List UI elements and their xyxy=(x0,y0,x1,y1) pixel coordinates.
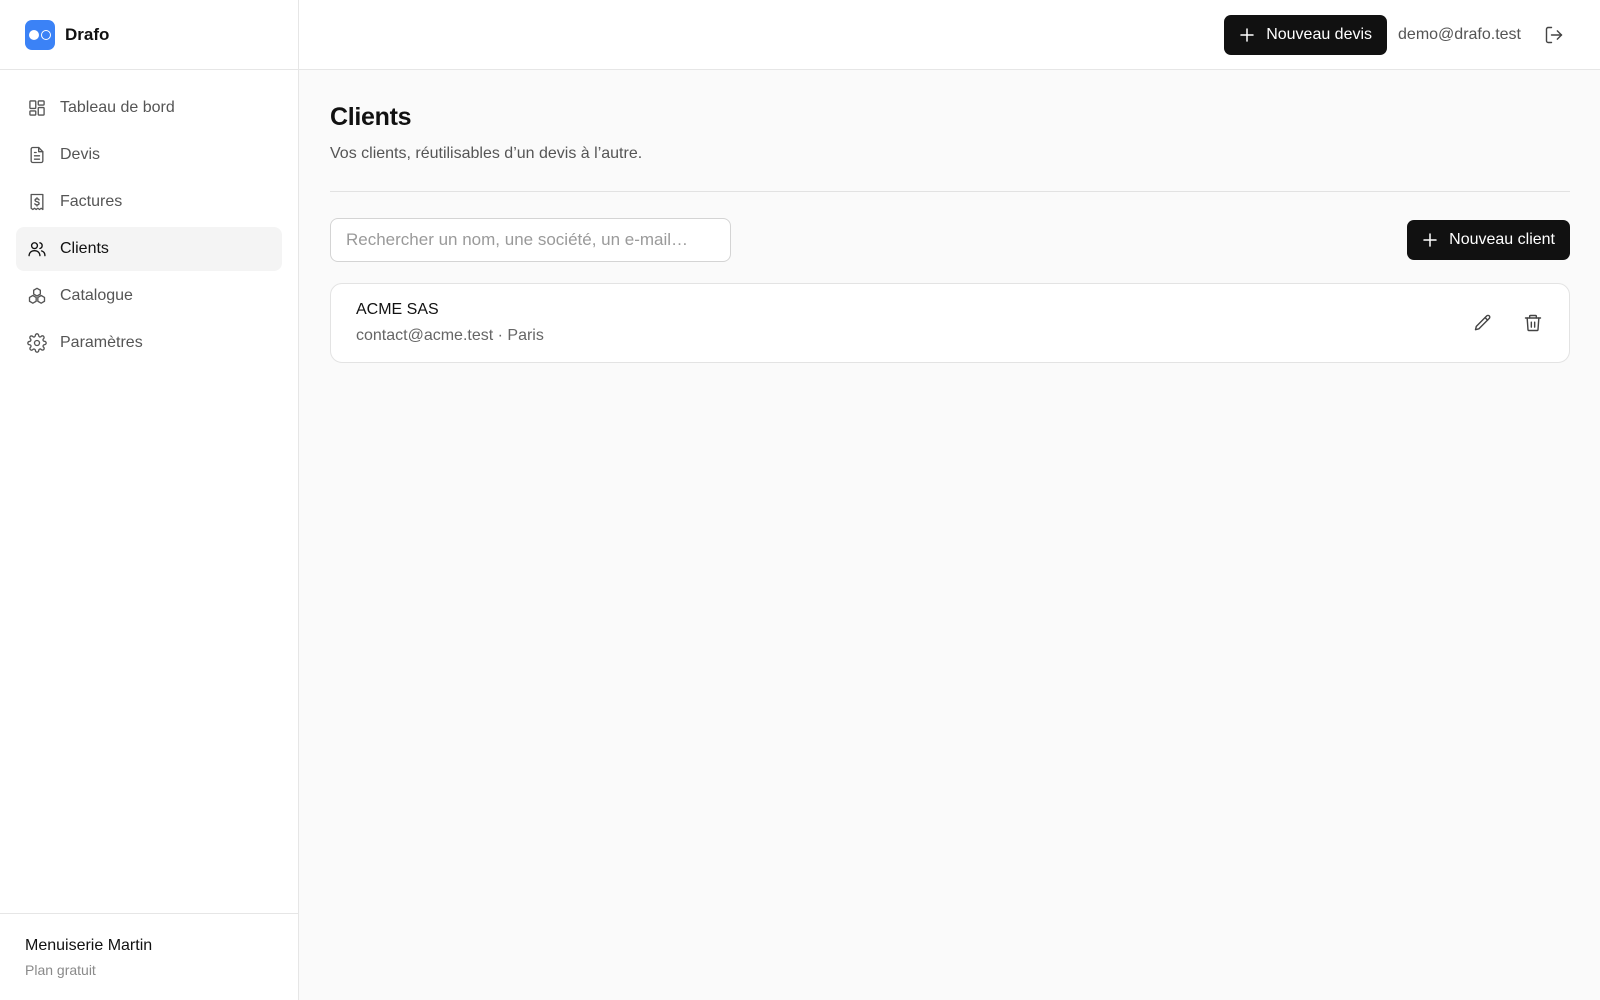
organization-name: Menuiserie Martin xyxy=(25,937,153,954)
client-name: ACME SAS xyxy=(356,301,439,318)
pencil-icon xyxy=(1474,314,1491,331)
sidebar-item-catalogue[interactable]: Catalogue xyxy=(16,274,282,318)
logout-icon xyxy=(1545,26,1563,43)
users-icon xyxy=(28,242,46,257)
sidebar-item-clients[interactable]: Clients xyxy=(16,227,282,271)
client-contact: contact@acme.test · Paris xyxy=(356,327,544,344)
trash-icon xyxy=(1524,314,1542,332)
sidebar-item-parametres[interactable]: Paramètres xyxy=(16,321,282,365)
catalogue-icon xyxy=(28,287,46,304)
new-quote-button[interactable]: Nouveau devis xyxy=(1224,14,1388,55)
clients-list: ACME SAS contact@acme.test · Paris xyxy=(330,283,1570,363)
main-content: Clients Vos clients, réutilisables d’un … xyxy=(330,70,1570,363)
organization-info[interactable]: Menuiserie Martin Plan gratuit xyxy=(0,913,298,1000)
edit-client-button[interactable] xyxy=(1469,309,1497,337)
topbar: Nouveau devis demo@drafo.test xyxy=(299,0,1600,70)
new-quote-label: Nouveau devis xyxy=(1266,25,1373,43)
app-name: Drafo xyxy=(65,24,110,44)
clients-toolbar: Nouveau client xyxy=(330,218,1570,262)
logout-button[interactable] xyxy=(1543,24,1565,46)
gear-icon xyxy=(27,333,47,353)
sidebar-item-label: Paramètres xyxy=(60,334,143,351)
dashboard-icon xyxy=(29,100,45,116)
divider xyxy=(330,191,1570,192)
sidebar: Drafo Tableau de bord Devis Factures Cli… xyxy=(0,0,299,1000)
client-actions xyxy=(1469,309,1547,337)
client-info: ACME SAS contact@acme.test · Paris xyxy=(356,301,544,345)
delete-client-button[interactable] xyxy=(1519,309,1547,337)
brand[interactable]: Drafo xyxy=(0,0,298,70)
search-input[interactable] xyxy=(330,218,731,262)
page-subtitle: Vos clients, réutilisables d’un devis à … xyxy=(330,145,643,162)
list-item[interactable]: ACME SAS contact@acme.test · Paris xyxy=(330,283,1570,363)
plus-icon xyxy=(1240,27,1254,42)
new-client-button[interactable]: Nouveau client xyxy=(1407,220,1570,260)
sidebar-item-label: Factures xyxy=(60,193,123,210)
sidebar-item-devis[interactable]: Devis xyxy=(16,133,282,177)
plan-label: Plan gratuit xyxy=(25,962,96,978)
document-icon xyxy=(30,146,44,164)
page-title: Clients xyxy=(330,103,412,131)
plus-icon xyxy=(1423,233,1437,247)
sidebar-item-label: Tableau de bord xyxy=(60,99,175,116)
sidebar-nav: Tableau de bord Devis Factures Clients C… xyxy=(0,70,298,365)
sidebar-item-tableau-de-bord[interactable]: Tableau de bord xyxy=(16,86,282,130)
sidebar-item-label: Clients xyxy=(60,240,109,257)
invoice-icon xyxy=(30,193,44,211)
user-email: demo@drafo.test xyxy=(1398,25,1521,43)
sidebar-item-factures[interactable]: Factures xyxy=(16,180,282,224)
new-client-label: Nouveau client xyxy=(1449,231,1555,248)
drafo-logo-icon xyxy=(25,19,55,50)
sidebar-item-label: Devis xyxy=(60,146,101,163)
sidebar-item-label: Catalogue xyxy=(60,287,133,304)
